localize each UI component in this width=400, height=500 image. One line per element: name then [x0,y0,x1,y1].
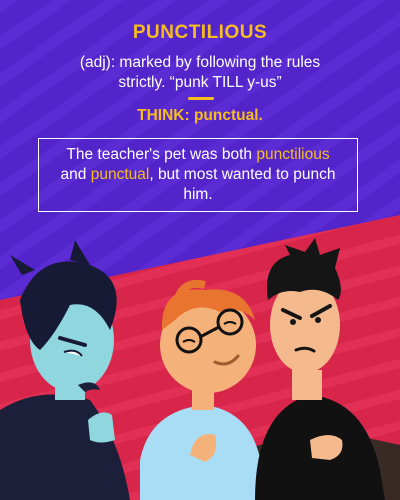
word-definition: (adj): marked by following the rules str… [79,54,321,91]
sentence-text: , but most wanted to punch him. [149,166,336,203]
angry-student [255,238,385,500]
divider [188,97,214,100]
illustration-scene [0,238,400,500]
vocab-word: PUNCTILIOUS [132,22,268,43]
sentence-text: The teacher's pet was both [66,146,257,163]
sentence-highlight-word: punctual [90,166,150,183]
example-sentence: The teacher's pet was both punctilious a… [53,145,343,205]
sentence-highlight-word: punctilious [256,146,330,163]
teachers-pet [140,279,262,500]
sentence-text: and [60,166,91,183]
annoyed-student [0,240,130,500]
example-sentence-box: The teacher's pet was both punctilious a… [38,138,358,212]
mnemonic-hint: THINK: punctual. [137,107,263,124]
